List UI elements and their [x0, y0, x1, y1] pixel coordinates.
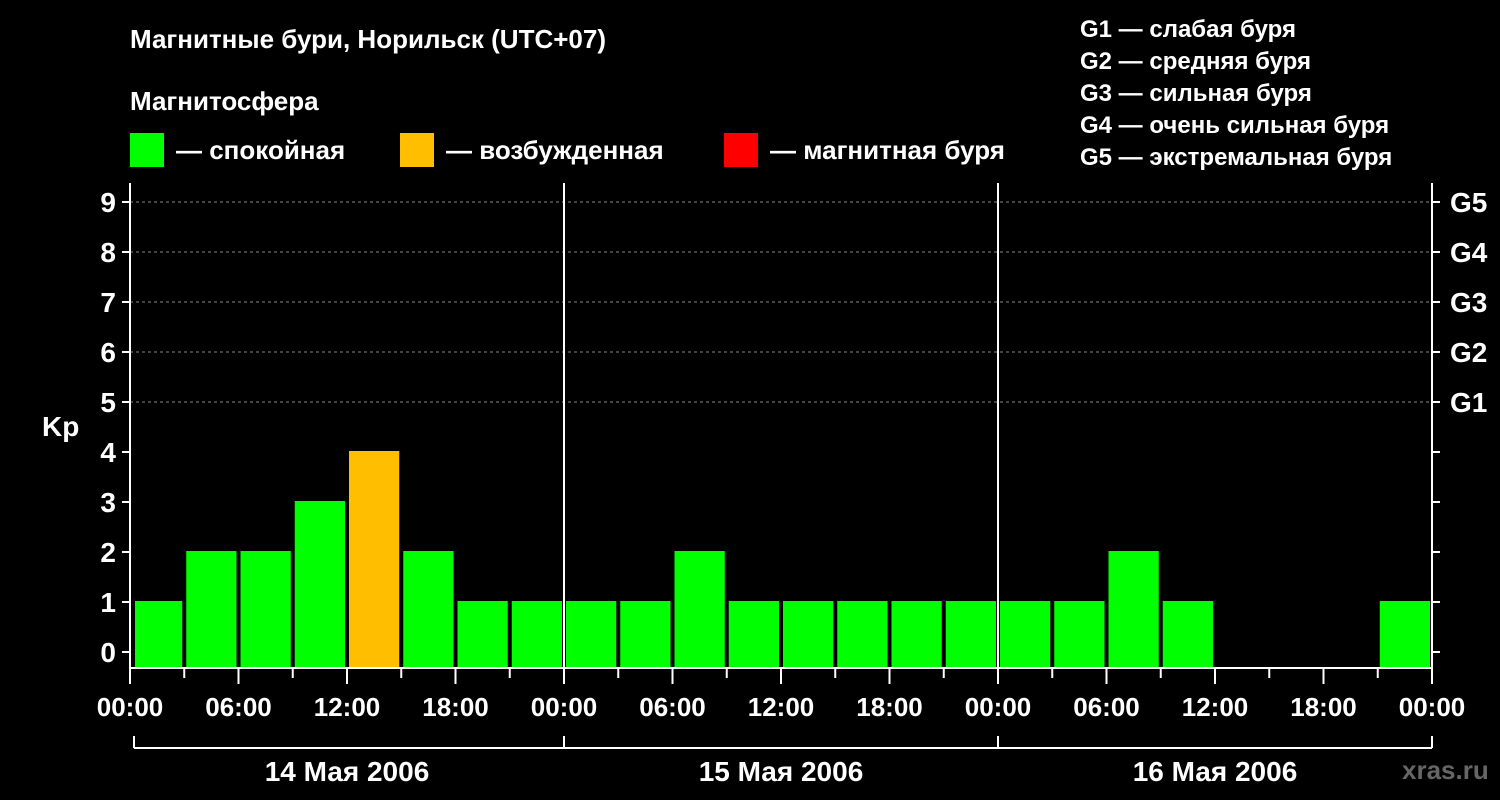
kp-bar [240, 551, 291, 668]
x-tick-label: 06:00 [1073, 692, 1140, 722]
kp-bar [349, 451, 400, 668]
kp-bar [294, 501, 345, 668]
g-level-label: G4 [1450, 237, 1488, 268]
day-label: 15 Мая 2006 [699, 756, 864, 787]
y-tick-label: 8 [100, 237, 116, 268]
kp-bar [783, 601, 834, 668]
x-tick-label: 18:00 [422, 692, 489, 722]
x-tick-label: 12:00 [1182, 692, 1249, 722]
y-tick-label: 9 [100, 187, 116, 218]
g-level-label: G5 [1450, 187, 1487, 218]
g-level-label: G2 [1450, 337, 1487, 368]
y-tick-label: 5 [100, 387, 116, 418]
x-tick-label: 06:00 [639, 692, 706, 722]
g-level-label: G3 [1450, 287, 1487, 318]
g-level-label: G1 [1450, 387, 1487, 418]
x-tick-label: 18:00 [856, 692, 923, 722]
x-tick-label: 00:00 [1399, 692, 1466, 722]
x-tick-label: 06:00 [205, 692, 272, 722]
x-tick-label: 00:00 [97, 692, 164, 722]
kp-bar [1162, 601, 1213, 668]
kp-bar [1000, 601, 1051, 668]
kp-bar [457, 601, 508, 668]
y-tick-label: 3 [100, 487, 116, 518]
kp-bar [186, 551, 237, 668]
kp-bar [620, 601, 671, 668]
kp-bar [945, 601, 996, 668]
kp-bar [891, 601, 942, 668]
y-tick-label: 1 [100, 587, 116, 618]
kp-bar [674, 551, 725, 668]
x-tick-label: 18:00 [1290, 692, 1357, 722]
kp-bar [1054, 601, 1105, 668]
kp-bar [1108, 551, 1159, 668]
kp-bar [837, 601, 888, 668]
x-tick-label: 12:00 [748, 692, 815, 722]
y-tick-label: 4 [100, 437, 116, 468]
kp-bar [511, 601, 562, 668]
x-tick-label: 00:00 [531, 692, 598, 722]
y-tick-label: 6 [100, 337, 116, 368]
kp-bar [1379, 601, 1430, 668]
day-label: 14 Мая 2006 [265, 756, 430, 787]
y-tick-label: 0 [100, 637, 116, 668]
watermark: xras.ru [1402, 755, 1489, 785]
kp-bar [566, 601, 617, 668]
day-label: 16 Мая 2006 [1133, 756, 1298, 787]
y-tick-label: 2 [100, 537, 116, 568]
kp-bar [728, 601, 779, 668]
y-tick-label: 7 [100, 287, 116, 318]
kp-bar [135, 601, 183, 668]
kp-bar [403, 551, 454, 668]
x-tick-label: 12:00 [314, 692, 381, 722]
kp-bar-chart: 0 1 2 3 4 5 6 7 8 9 G1 G2 G3 G4 G5 00:00 06:00 12:00 18:00… [97, 183, 1488, 787]
x-tick-label: 00:00 [965, 692, 1032, 722]
